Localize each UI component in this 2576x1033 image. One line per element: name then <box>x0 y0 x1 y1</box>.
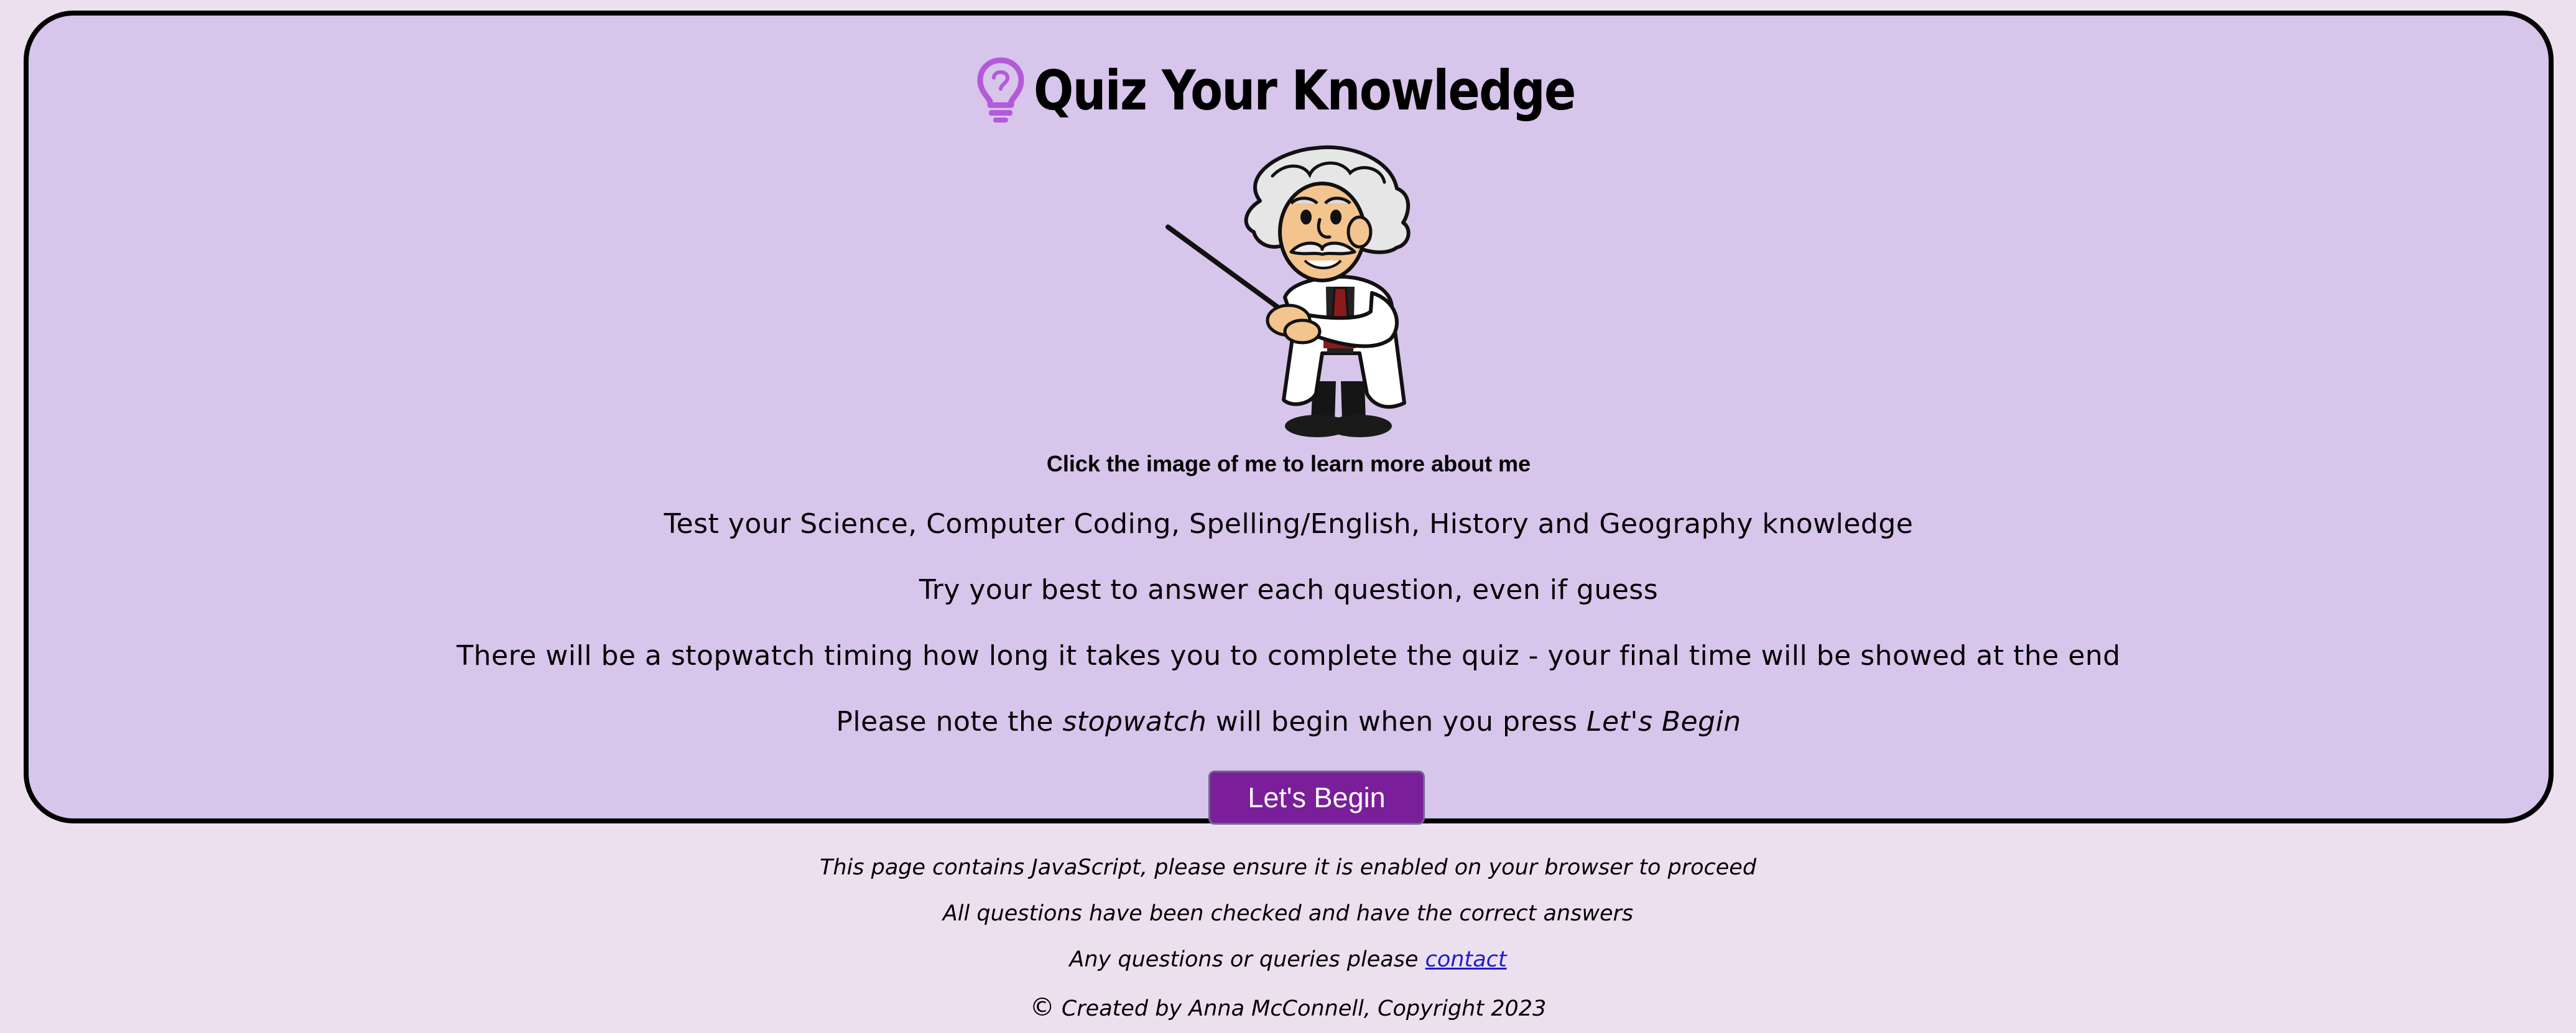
stopwatch-note-middle: will begin when you press <box>1207 706 1587 738</box>
lightbulb-icon <box>977 57 1024 123</box>
copyright-text: Created by Anna McConnell, Copyright 202… <box>1054 996 1547 1021</box>
lets-begin-button[interactable]: Let's Begin <box>1208 771 1425 825</box>
page-title: Quiz Your Knowledge <box>1033 58 1576 123</box>
footer-javascript-note: This page contains JavaScript, please en… <box>819 855 1757 880</box>
footer-checked-note: All questions have been checked and have… <box>942 901 1634 926</box>
contact-link[interactable]: contact <box>1425 947 1507 972</box>
stopwatch-emphasis: stopwatch <box>1062 706 1207 738</box>
quiz-intro-card: Quiz Your Knowledge Click the image of m… <box>24 11 2554 825</box>
title-row: Quiz Your Knowledge <box>29 50 2549 131</box>
stopwatch-note-prefix: Please note the <box>836 706 1063 738</box>
footer-copyright: © Created by Anna McConnell, Copyright 2… <box>0 993 2576 1022</box>
lets-begin-emphasis: Let's Begin <box>1587 706 1741 738</box>
footer-queries-line: Any questions or queries please contact <box>0 947 2576 972</box>
mascot-caption: Click the image of me to learn more abou… <box>1046 451 1531 476</box>
intro-stopwatch-text: There will be a stopwatch timing how lon… <box>456 640 2121 672</box>
footer-queries-text: Any questions or queries please <box>1069 947 1425 972</box>
copyright-icon: © <box>1029 993 1055 1022</box>
intro-subjects-text: Test your Science, Computer Coding, Spel… <box>664 508 1914 540</box>
intro-stopwatch-note: Please note the stopwatch will begin whe… <box>29 706 2549 738</box>
intro-try-best-text: Try your best to answer each question, e… <box>919 574 1659 606</box>
mascot-scientist-image[interactable] <box>1136 139 1484 443</box>
